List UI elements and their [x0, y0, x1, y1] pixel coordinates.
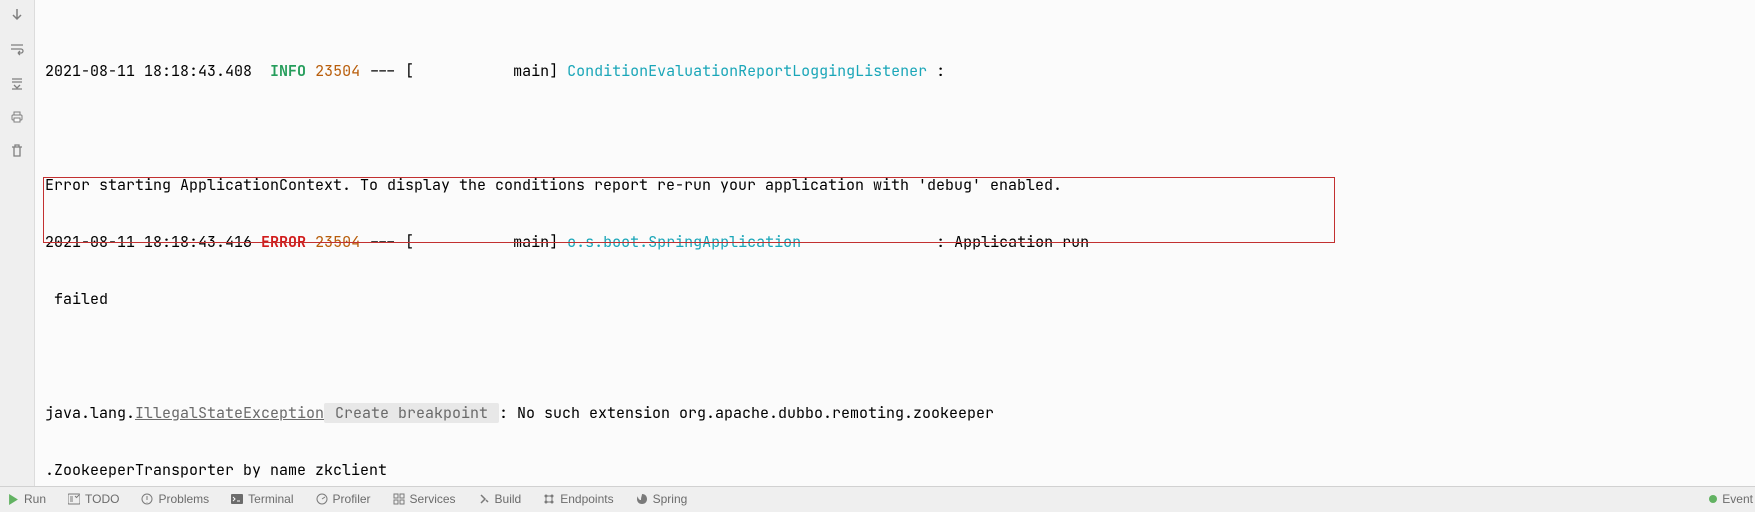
tab-label: TODO [85, 488, 119, 511]
print-icon[interactable] [6, 106, 28, 128]
tab-services[interactable]: Services [393, 488, 456, 511]
timestamp: 2021-08-11 18:18:43.416 [45, 232, 252, 252]
tab-endpoints[interactable]: Endpoints [543, 488, 613, 511]
console-output[interactable]: 2021-08-11 18:18:43.408 INFO 23504 --- [… [35, 0, 1755, 512]
log-text: --- [ main] [360, 232, 567, 252]
bottom-tool-bar: Run TODO Problems Terminal Profiler Serv… [0, 486, 1755, 512]
tab-label: Terminal [248, 488, 293, 511]
log-text: --- [ main] [360, 61, 567, 81]
tab-label: Spring [653, 488, 688, 511]
logger-class: o.s.boot.SpringApplication [567, 232, 801, 252]
tab-build[interactable]: Build [478, 488, 522, 511]
tab-label: Event L [1722, 488, 1755, 511]
pid: 23504 [315, 61, 360, 81]
tab-problems[interactable]: Problems [141, 488, 209, 511]
log-level-info: INFO [270, 61, 306, 81]
blank-line [45, 114, 1745, 143]
tab-label: Services [410, 488, 456, 511]
log-level-error: ERROR [261, 232, 306, 252]
tab-label: Run [24, 488, 46, 511]
blank-line [45, 342, 1745, 371]
tab-run[interactable]: Run [8, 488, 46, 511]
tab-label: Endpoints [560, 488, 613, 511]
tab-terminal[interactable]: Terminal [231, 488, 293, 511]
timestamp: 2021-08-11 18:18:43.408 [45, 61, 252, 81]
tab-spring[interactable]: Spring [636, 488, 688, 511]
log-text: java.lang. [45, 403, 135, 423]
tab-todo[interactable]: TODO [68, 488, 119, 511]
pid: 23504 [315, 232, 360, 252]
event-log[interactable]: Event L [1709, 488, 1755, 511]
delete-icon[interactable] [6, 140, 28, 162]
exception-message: .ZookeeperTransporter by name zkclient [45, 456, 1745, 485]
create-breakpoint-link[interactable]: Create breakpoint [324, 403, 499, 423]
tab-label: Profiler [333, 488, 371, 511]
exception-message: : No such extension org.apache.dubbo.rem… [499, 403, 994, 423]
tab-label: Problems [158, 488, 209, 511]
tab-label: Build [495, 488, 522, 511]
scroll-down-icon[interactable] [6, 4, 28, 26]
log-text: : [927, 61, 945, 81]
console-gutter [0, 0, 35, 512]
scroll-to-end-icon[interactable] [6, 72, 28, 94]
status-dot-icon [1709, 495, 1717, 503]
logger-class: ConditionEvaluationReportLoggingListener [567, 61, 927, 81]
tab-profiler[interactable]: Profiler [316, 488, 371, 511]
soft-wrap-icon[interactable] [6, 38, 28, 60]
log-text: : Application run [801, 232, 1089, 252]
log-line: Error starting ApplicationContext. To di… [45, 171, 1745, 200]
exception-class[interactable]: IllegalStateException [135, 403, 324, 423]
log-line: failed [45, 285, 1745, 314]
